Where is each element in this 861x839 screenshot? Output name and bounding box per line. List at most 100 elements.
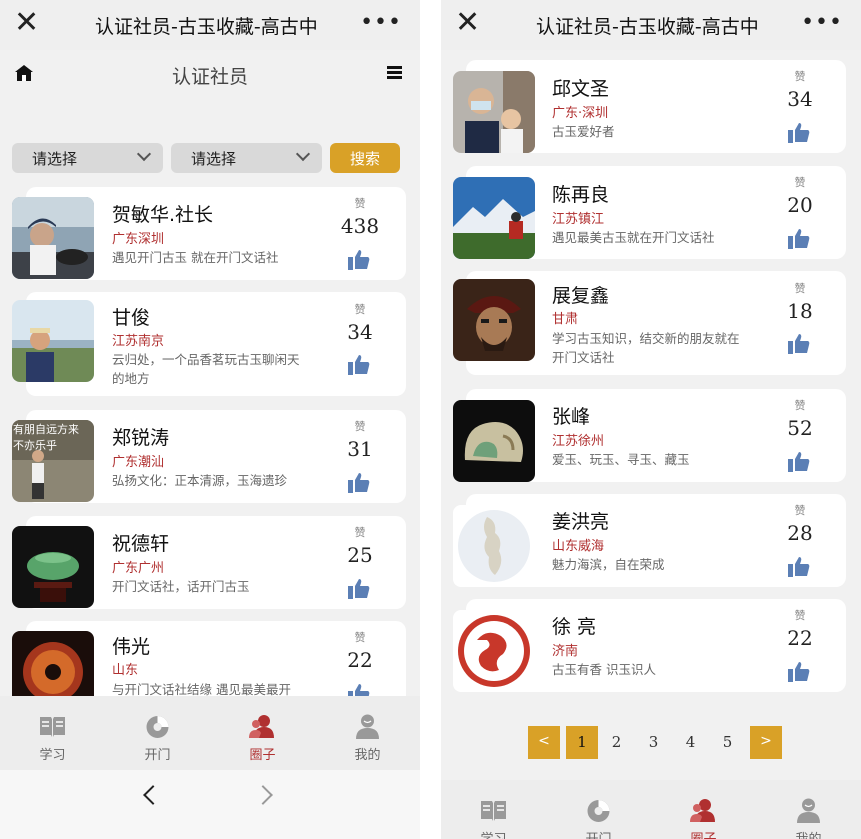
member-motto: 开门文话社，话开门古玉 — [112, 579, 250, 594]
close-icon[interactable]: ✕ — [14, 8, 39, 38]
tab-label: 圈子 — [249, 748, 276, 763]
member-photo — [12, 197, 94, 279]
search-button[interactable]: 搜索 — [330, 143, 401, 173]
thumbs-up-icon[interactable] — [348, 472, 370, 493]
member-card[interactable]: 陈再良 江苏镇江 遇见最美古玉就在开门文话社 赞 20 — [453, 166, 846, 259]
member-name: 展复鑫 — [552, 285, 610, 307]
book-icon — [481, 801, 506, 821]
more-icon[interactable]: ••• — [801, 10, 843, 35]
page-button[interactable]: 5 — [709, 726, 746, 759]
window-title: 认证社员-古玉收藏-高古中 — [95, 16, 318, 38]
member-location: 广东深圳 — [112, 232, 165, 247]
member-motto: 弘扬文化：正本清源，玉海遗珍 — [112, 473, 288, 488]
member-location: 江苏南京 — [112, 334, 165, 349]
like-label: 赞 — [354, 420, 366, 433]
member-name: 甘俊 — [112, 307, 151, 329]
member-name: 伟光 — [112, 636, 151, 658]
like-label: 赞 — [794, 504, 806, 517]
thumbs-up-icon[interactable] — [788, 451, 810, 472]
tab-label: 开门 — [546, 828, 651, 839]
like-count: 22 — [347, 648, 373, 672]
member-card[interactable]: 姜洪亮 山东威海 魅力海滨，自在荣成 赞 28 — [453, 494, 846, 587]
people-icon — [690, 799, 715, 822]
back-arrow-icon[interactable] — [143, 785, 163, 805]
member-card[interactable]: 张峰 江苏徐州 爱玉、玩玉、寻玉、藏玉 赞 52 — [453, 389, 846, 482]
like-count: 34 — [347, 320, 373, 344]
close-icon[interactable]: ✕ — [455, 8, 480, 38]
next-page-button[interactable]: > — [750, 726, 782, 759]
member-card[interactable]: 徐 亮 济南 古玉有香 识玉识人 赞 22 — [453, 599, 846, 692]
like-label: 赞 — [354, 303, 366, 316]
tab-label: 开门 — [144, 748, 171, 763]
member-name: 邱文圣 — [552, 78, 610, 100]
member-card[interactable]: 贺敏华.社长 广东深圳 遇见开门古玉 就在开门文话社 赞 438 — [12, 187, 406, 280]
browser-nav-bar — [0, 770, 420, 839]
member-photo — [453, 71, 535, 153]
member-motto: 学习古玉知识，结交新的朋友就在开门文话社 — [552, 331, 740, 365]
member-photo — [453, 279, 535, 361]
jade-disc-icon — [146, 716, 169, 738]
member-location: 甘肃 — [552, 312, 579, 327]
like-count: 28 — [787, 521, 813, 545]
member-photo — [453, 505, 535, 587]
like-count: 25 — [347, 543, 373, 567]
thumbs-up-icon[interactable] — [788, 556, 810, 577]
like-label: 赞 — [794, 176, 806, 189]
member-motto: 古玉有香 识玉识人 — [552, 662, 656, 677]
prev-page-button[interactable]: < — [528, 726, 560, 759]
page-button-current[interactable]: 1 — [566, 726, 598, 759]
thumbs-up-icon[interactable] — [348, 249, 370, 270]
member-motto: 古玉爱好者 — [552, 124, 615, 139]
member-photo — [453, 610, 535, 692]
like-count: 18 — [787, 299, 813, 323]
user-icon — [797, 798, 820, 823]
bottom-tab-bar: 学习 开门 圈子 我的 — [0, 696, 420, 770]
thumbs-up-icon[interactable] — [348, 578, 370, 599]
member-location: 广东·深圳 — [552, 106, 609, 121]
member-photo — [453, 400, 535, 482]
filter-select-1[interactable]: 请选择 — [12, 143, 164, 173]
page-button[interactable]: 2 — [598, 726, 635, 759]
photo-calligraphy: 有朋自远方来 不亦乐乎 — [13, 423, 79, 452]
bottom-tab-bar: 学习 开门 圈子 我的 — [441, 780, 861, 839]
more-icon[interactable]: ••• — [360, 10, 402, 35]
member-photo — [12, 526, 94, 608]
member-card[interactable]: 甘俊 江苏南京 云归处，一个品香茗玩古玉聊闲天的地方 赞 34 — [12, 292, 406, 396]
member-card[interactable]: 邱文圣 广东·深圳 古玉爱好者 赞 34 — [453, 60, 846, 153]
page-button[interactable]: 4 — [672, 726, 709, 759]
member-motto: 魅力海滨，自在荣成 — [552, 557, 665, 572]
member-location: 济南 — [552, 644, 579, 659]
member-card[interactable]: 祝德轩 广东广州 开门文话社，话开门古玉 赞 25 — [12, 516, 406, 609]
menu-icon[interactable] — [387, 66, 402, 79]
like-label: 赞 — [354, 631, 366, 644]
member-motto: 爱玉、玩玉、寻玉、藏玉 — [552, 452, 690, 467]
member-location: 广东潮汕 — [112, 455, 165, 470]
like-label: 赞 — [794, 609, 806, 622]
thumbs-up-icon[interactable] — [788, 661, 810, 682]
member-location: 山东 — [112, 663, 139, 678]
member-card[interactable]: 展复鑫 甘肃 学习古玉知识，结交新的朋友就在开门文话社 赞 18 — [453, 271, 846, 375]
tab-label: 学习 — [441, 828, 546, 839]
page-title: 认证社员 — [171, 66, 248, 88]
member-motto: 云归处，一个品香茗玩古玉聊闲天的地方 — [112, 352, 300, 386]
thumbs-up-icon[interactable] — [788, 333, 810, 354]
filter-select-2-value: 请选择 — [191, 150, 237, 168]
thumbs-up-icon[interactable] — [348, 354, 370, 375]
member-name: 郑锐涛 — [112, 427, 170, 449]
member-photo — [453, 177, 535, 259]
member-card[interactable]: 有朋自远方来 不亦乐乎 郑锐涛 广东潮汕 弘扬文化：正本清源，玉海遗珍 赞 31 — [12, 410, 406, 503]
right-screen: ✕ 认证社员-古玉收藏-高古中 ••• 邱文圣 广东·深圳 古玉爱好者 赞 34 — [441, 0, 861, 839]
window-title: 认证社员-古玉收藏-高古中 — [536, 16, 759, 38]
member-name: 姜洪亮 — [552, 511, 610, 533]
filter-bar: 请选择 请选择 搜索 — [12, 143, 401, 173]
thumbs-up-icon[interactable] — [788, 122, 810, 143]
member-name: 祝德轩 — [112, 533, 170, 555]
thumbs-up-icon[interactable] — [788, 228, 810, 249]
page-header: 认证社员 — [0, 50, 420, 130]
title-bar: ✕ 认证社员-古玉收藏-高古中 ••• — [441, 0, 861, 50]
page-button[interactable]: 3 — [635, 726, 672, 759]
tab-label: 学习 — [39, 748, 66, 763]
filter-select-2[interactable]: 请选择 — [171, 143, 323, 173]
member-location: 江苏徐州 — [552, 434, 605, 449]
forward-arrow-icon[interactable] — [253, 785, 273, 805]
